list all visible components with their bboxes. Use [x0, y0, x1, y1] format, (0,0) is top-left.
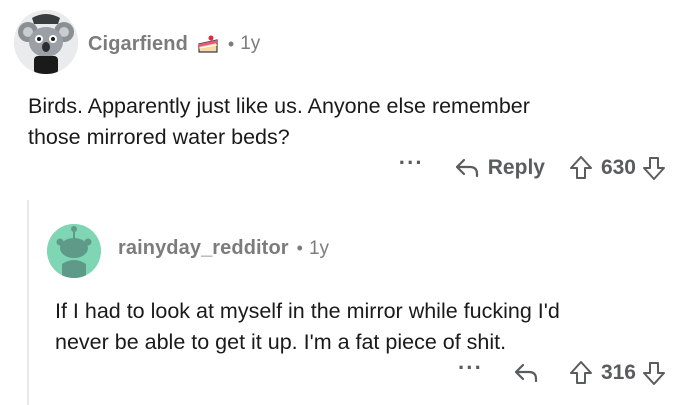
vote-controls: 630	[569, 155, 666, 181]
reply-button[interactable]: Reply	[454, 156, 545, 180]
more-options-button[interactable]: ···	[399, 152, 424, 174]
upvote-arrow-icon[interactable]	[569, 155, 593, 181]
reply-button[interactable]	[513, 362, 539, 384]
downvote-arrow-icon[interactable]	[642, 155, 666, 181]
snoo-avatar-icon[interactable]	[47, 224, 101, 278]
comment-meta: Cigarfiend • 1y	[88, 32, 260, 56]
comment-actions: ··· Reply 630	[399, 152, 666, 181]
more-options-button[interactable]: ···	[458, 357, 483, 379]
koala-avatar-icon[interactable]	[14, 10, 78, 74]
vote-score: 316	[600, 361, 636, 384]
vote-score: 630	[600, 156, 636, 179]
downvote-arrow-icon[interactable]	[642, 360, 666, 386]
comment-actions: ··· 316	[458, 357, 666, 386]
cake-flair-icon	[196, 32, 220, 56]
username[interactable]: Cigarfiend	[88, 33, 188, 56]
vote-controls: 316	[569, 360, 666, 386]
reply-comment: rainyday_redditor • 1y If I had to look …	[0, 200, 700, 405]
comment-body-line: never be able to get it up. I'm a fat pi…	[55, 330, 507, 354]
comment: Cigarfiend • 1y Birds. Apparently just l…	[0, 0, 700, 200]
comment-body: If I had to look at myself in the mirror…	[55, 296, 560, 358]
comment-body-line: those mirrored water beds?	[28, 125, 290, 149]
separator-dot: •	[296, 238, 303, 258]
username[interactable]: rainyday_redditor	[118, 237, 289, 260]
reply-label: Reply	[487, 156, 545, 179]
reply-arrow-icon	[454, 157, 480, 179]
comment-body-line: If I had to look at myself in the mirror…	[55, 299, 560, 323]
reply-arrow-icon	[513, 362, 539, 384]
separator-dot: •	[227, 33, 235, 54]
comment-age: 1y	[308, 237, 330, 259]
comment-age: 1y	[240, 33, 261, 54]
comment-body-line: Birds. Apparently just like us. Anyone e…	[28, 94, 530, 118]
comment-meta: rainyday_redditor • 1y	[118, 237, 329, 260]
upvote-arrow-icon[interactable]	[569, 360, 593, 386]
comment-body: Birds. Apparently just like us. Anyone e…	[28, 91, 530, 153]
